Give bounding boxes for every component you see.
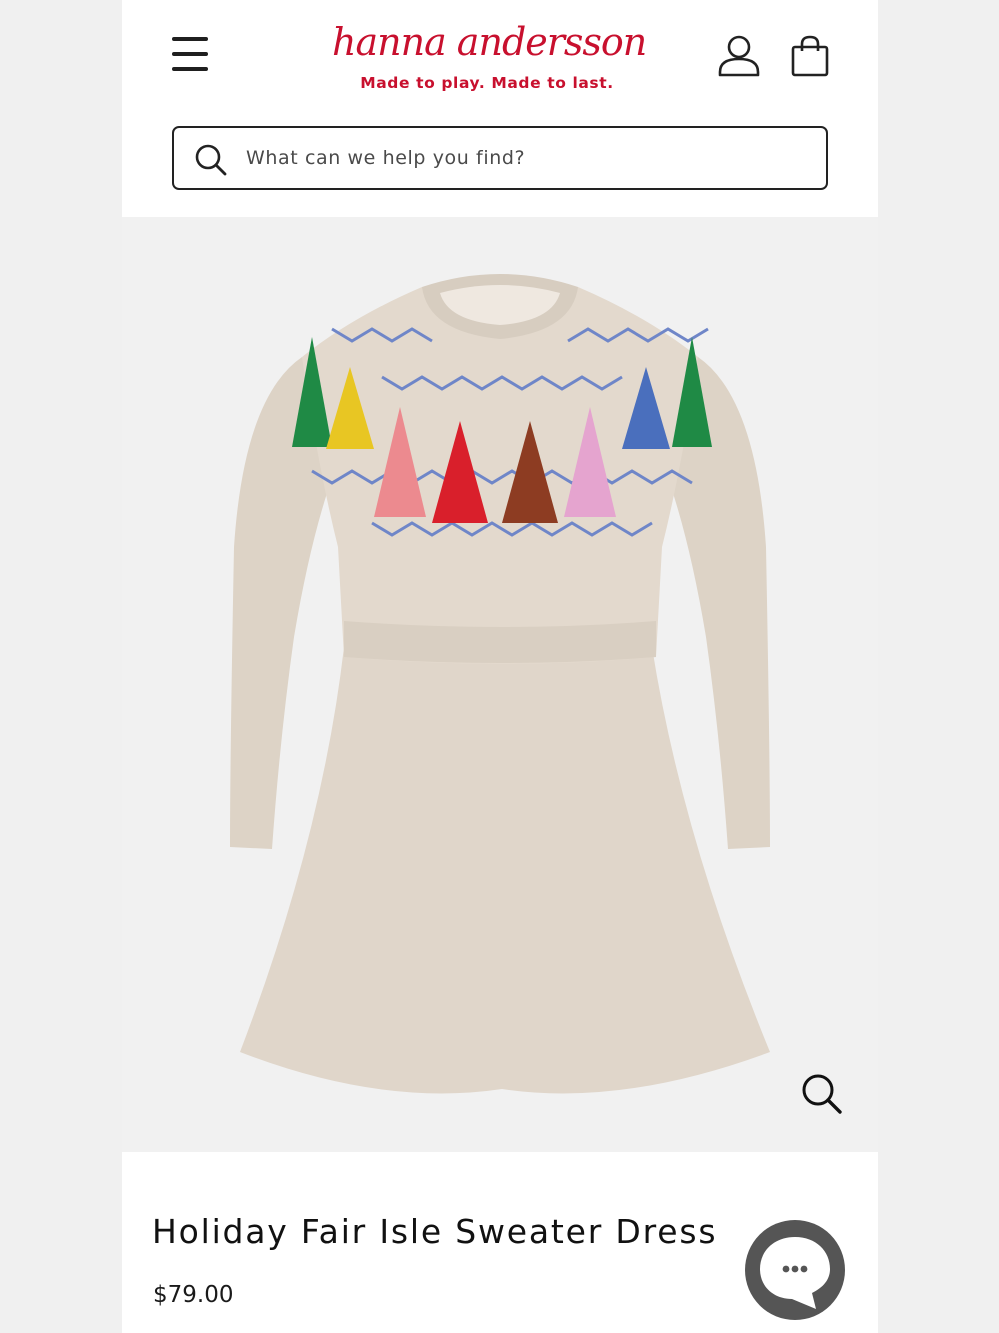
product-title: Holiday Fair Isle Sweater Dress <box>152 1212 718 1251</box>
search-input[interactable] <box>246 138 806 178</box>
shopping-bag-icon[interactable] <box>790 34 830 78</box>
logo-tagline: Made to play. Made to last. <box>360 74 614 92</box>
user-icon[interactable] <box>716 32 762 78</box>
logo-wordmark: hanna andersson <box>332 20 647 64</box>
product-image-area[interactable] <box>122 217 878 1152</box>
chat-bubble-icon[interactable] <box>742 1217 848 1323</box>
page: hanna andersson Made to play. Made to la… <box>0 0 999 1333</box>
brand-logo[interactable]: hanna andersson Made to play. Made to la… <box>332 16 647 106</box>
product-image <box>230 274 770 1094</box>
mobile-page-column: hanna andersson Made to play. Made to la… <box>122 0 878 1333</box>
zoom-icon[interactable] <box>800 1072 846 1118</box>
hamburger-menu-icon[interactable] <box>172 35 208 73</box>
search-bar[interactable] <box>172 126 828 190</box>
product-price: $79.00 <box>153 1282 234 1308</box>
search-icon[interactable] <box>194 143 228 177</box>
